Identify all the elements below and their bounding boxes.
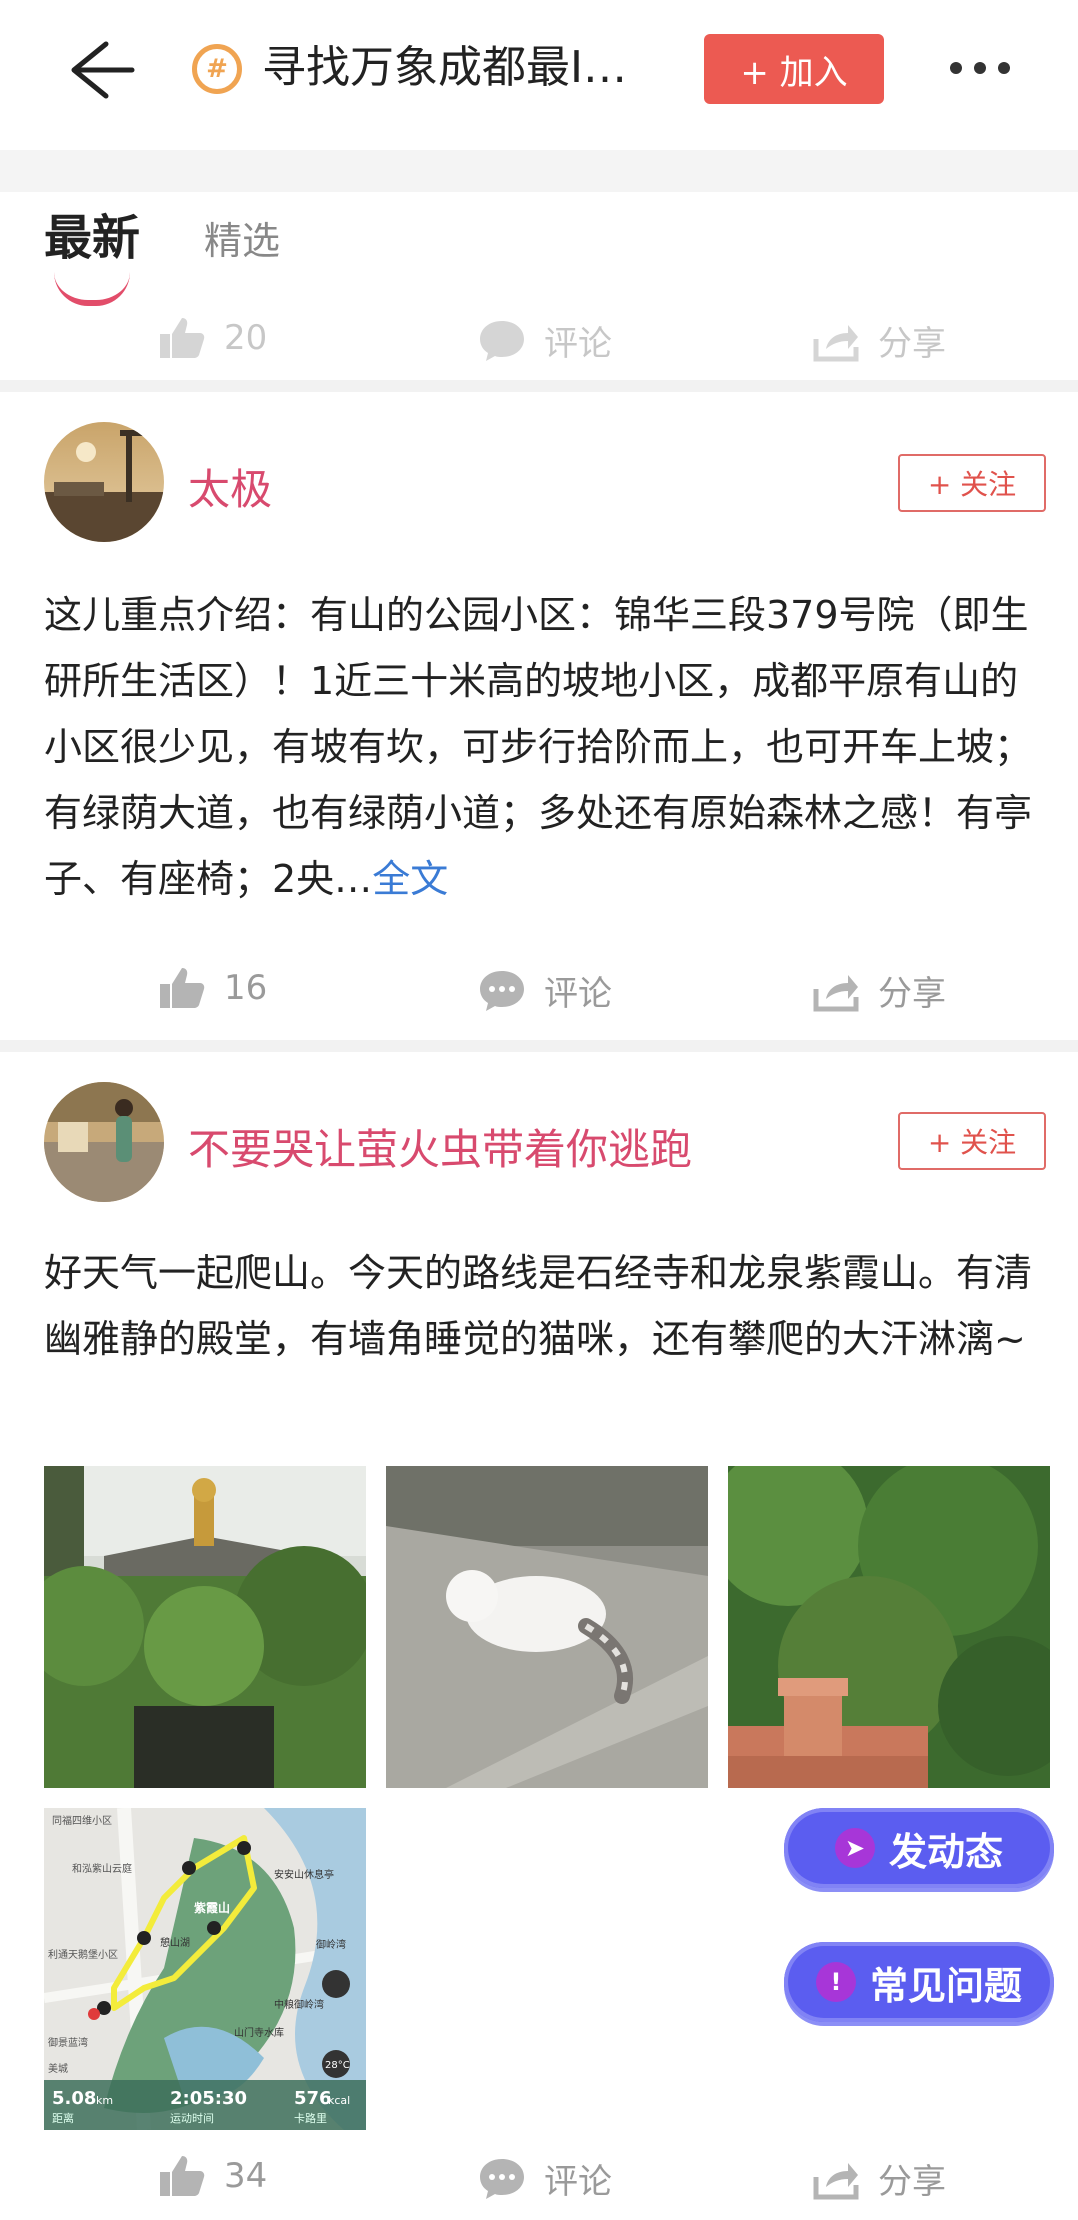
prev-comment-button[interactable]: 评论 (478, 316, 612, 365)
thumbs-up-icon (160, 2156, 205, 2196)
share-button[interactable]: 分享 (812, 966, 946, 1015)
comment-label: 评论 (544, 2162, 612, 2202)
post-text[interactable]: 这儿重点介绍：有山的公园小区：锦华三段379号院（即生研所生活区）！1近三十米高… (44, 582, 1044, 912)
comment-icon (480, 320, 524, 361)
comment-button[interactable]: 评论 (478, 966, 612, 1015)
map-place-label: 山门寺水库 (234, 2026, 284, 2039)
tab-latest[interactable]: 最新 (44, 198, 140, 268)
post-divider (0, 380, 1078, 392)
join-button[interactable]: + 加入 (704, 34, 884, 104)
share-icon (813, 2162, 859, 2199)
username[interactable]: 太极 (188, 456, 272, 517)
share-label: 分享 (878, 2162, 946, 2202)
like-button[interactable]: 16 (158, 966, 267, 1010)
share-icon (813, 974, 859, 1011)
map-place-label: 和泓紫山云庭 (72, 1862, 132, 1875)
send-icon: ➤ (834, 1828, 875, 1868)
back-arrow-icon[interactable] (60, 30, 140, 110)
post-text[interactable]: 好天气一起爬山。今天的路线是石经寺和龙泉紫霞山。有清幽雅静的殿堂，有墙角睡觉的猫… (44, 1240, 1044, 1372)
thumbs-up-icon (160, 968, 205, 1008)
avatar[interactable] (44, 1082, 164, 1202)
map-place-label: 中粮御岭湾 (274, 1998, 324, 2011)
share-icon (813, 324, 859, 361)
post-body: 这儿重点介绍：有山的公园小区：锦华三段379号院（即生研所生活区）！1近三十米高… (44, 593, 1033, 901)
map-temperature: 28°C (325, 2060, 350, 2071)
like-count: 20 (224, 318, 268, 358)
comment-icon (480, 2158, 524, 2199)
map-place-label: 利通天鹅堡小区 (48, 1948, 118, 1961)
map-duration-label: 运动时间 (170, 2112, 214, 2125)
more-menu-icon[interactable] (940, 48, 1020, 88)
post-update-label: 发动态 (888, 1829, 1003, 1874)
map-place-label: 美城 (48, 2062, 68, 2075)
follow-button[interactable]: + 关注 (898, 454, 1046, 512)
topic-hash-icon: # (192, 44, 242, 94)
comment-icon (480, 970, 524, 1011)
map-place-label: 安安山休息亭 (274, 1868, 334, 1881)
map-place-label: 憩山湖 (160, 1936, 190, 1949)
comment-button[interactable]: 评论 (478, 2154, 612, 2203)
map-place-label: 紫霞山 (194, 1900, 230, 1915)
share-label: 分享 (878, 324, 946, 364)
photo-route-map[interactable]: 5.08 km 距离 2:05:30 运动时间 576 kcal 卡路里 28°… (44, 1808, 366, 2130)
photo-temple[interactable] (44, 1466, 366, 1788)
read-more-link[interactable]: 全文 (372, 857, 448, 901)
post-update-button[interactable]: ➤ 发动态 (784, 1808, 1054, 1888)
map-calories-unit: kcal (328, 2094, 350, 2107)
prev-like-button[interactable]: 20 (158, 316, 267, 360)
map-place-label: 御景蓝湾 (48, 2036, 88, 2049)
topic-title: 寻找万象成都最I… (262, 42, 627, 93)
faq-label: 常见问题 (869, 1963, 1022, 2008)
map-calories: 576 (294, 2088, 332, 2109)
map-duration: 2:05:30 (170, 2088, 247, 2109)
layers-icon[interactable] (322, 1970, 350, 1998)
username[interactable]: 不要哭让萤火虫带着你逃跑 (188, 1116, 692, 1177)
share-label: 分享 (878, 974, 946, 1014)
exclamation-icon: ! (815, 1962, 856, 2002)
like-button[interactable]: 34 (158, 2154, 267, 2198)
tab-featured[interactable]: 精选 (204, 210, 280, 265)
prev-share-button[interactable]: 分享 (812, 316, 946, 365)
comment-label: 评论 (544, 974, 612, 1014)
follow-button[interactable]: + 关注 (898, 1112, 1046, 1170)
comment-label: 评论 (544, 324, 612, 364)
map-calories-label: 卡路里 (294, 2112, 327, 2125)
faq-button[interactable]: ! 常见问题 (784, 1942, 1054, 2022)
map-distance: 5.08 (52, 2088, 96, 2109)
photo-sleeping-cat[interactable] (386, 1466, 708, 1788)
map-distance-label: 距离 (52, 2111, 74, 2125)
header-divider (0, 150, 1078, 192)
share-button[interactable]: 分享 (812, 2154, 946, 2203)
map-place-label: 御岭湾 (316, 1938, 346, 1951)
post-divider (0, 1040, 1078, 1052)
avatar[interactable] (44, 422, 164, 542)
like-count: 16 (224, 968, 268, 1008)
thumbs-up-icon (160, 318, 205, 358)
map-place-label: 同福四维小区 (52, 1814, 112, 1827)
map-distance-unit: km (96, 2094, 113, 2107)
photo-bamboo-railing[interactable] (728, 1466, 1050, 1788)
like-count: 34 (224, 2156, 268, 2196)
